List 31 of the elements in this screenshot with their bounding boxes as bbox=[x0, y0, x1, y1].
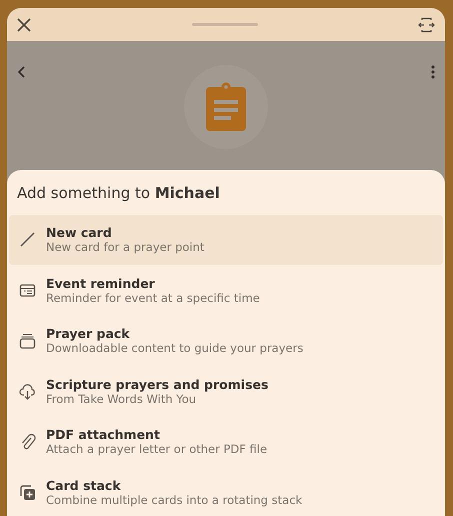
back-icon[interactable] bbox=[17, 66, 25, 78]
stack-add-icon bbox=[19, 484, 36, 501]
item-subtitle: New card for a prayer point bbox=[46, 240, 204, 254]
clipboard-icon bbox=[204, 82, 248, 132]
item-title: Scripture prayers and promises bbox=[46, 376, 268, 392]
pencil-icon bbox=[19, 231, 36, 248]
item-subtitle: Combine multiple cards into a rotating stack bbox=[46, 492, 302, 507]
paperclip-icon bbox=[19, 433, 36, 450]
menu-item[interactable]: New card New card for a prayer point bbox=[9, 214, 443, 265]
drag-handle[interactable] bbox=[192, 23, 258, 26]
item-subtitle: From Take Words With You bbox=[46, 392, 198, 406]
item-subtitle: Reminder for event at a specific time bbox=[46, 290, 260, 305]
box-icon bbox=[19, 332, 36, 350]
menu-item[interactable]: Card stack Combine multiple cards into a rotating stack bbox=[9, 467, 443, 516]
menu-item[interactable]: Prayer pack Downloadable content to guide your prayers bbox=[9, 316, 443, 366]
item-title: New card bbox=[46, 225, 113, 240]
item-title: Prayer pack bbox=[46, 326, 131, 342]
item-title: Card stack bbox=[46, 478, 122, 493]
item-subtitle: Downloadable content to guide your prayers bbox=[46, 341, 304, 356]
more-icon[interactable] bbox=[431, 65, 435, 79]
sheet-title: Add something to Michael bbox=[16, 183, 221, 204]
resize-icon[interactable] bbox=[418, 16, 435, 32]
item-title: Event reminder bbox=[46, 276, 156, 291]
menu-item[interactable]: Event reminder Reminder for event at a specific time bbox=[9, 265, 443, 316]
item-title: PDF attachment bbox=[46, 427, 161, 442]
menu-item[interactable]: Scripture prayers and promises From Take Words With You bbox=[9, 366, 443, 416]
calendar-icon bbox=[19, 282, 36, 299]
item-subtitle: Attach a prayer letter or other PDF file bbox=[46, 442, 268, 456]
menu-item[interactable]: PDF attachment Attach a prayer letter or other PDF file bbox=[9, 416, 443, 467]
close-icon[interactable] bbox=[17, 18, 31, 32]
cloud-download-icon bbox=[19, 382, 36, 400]
